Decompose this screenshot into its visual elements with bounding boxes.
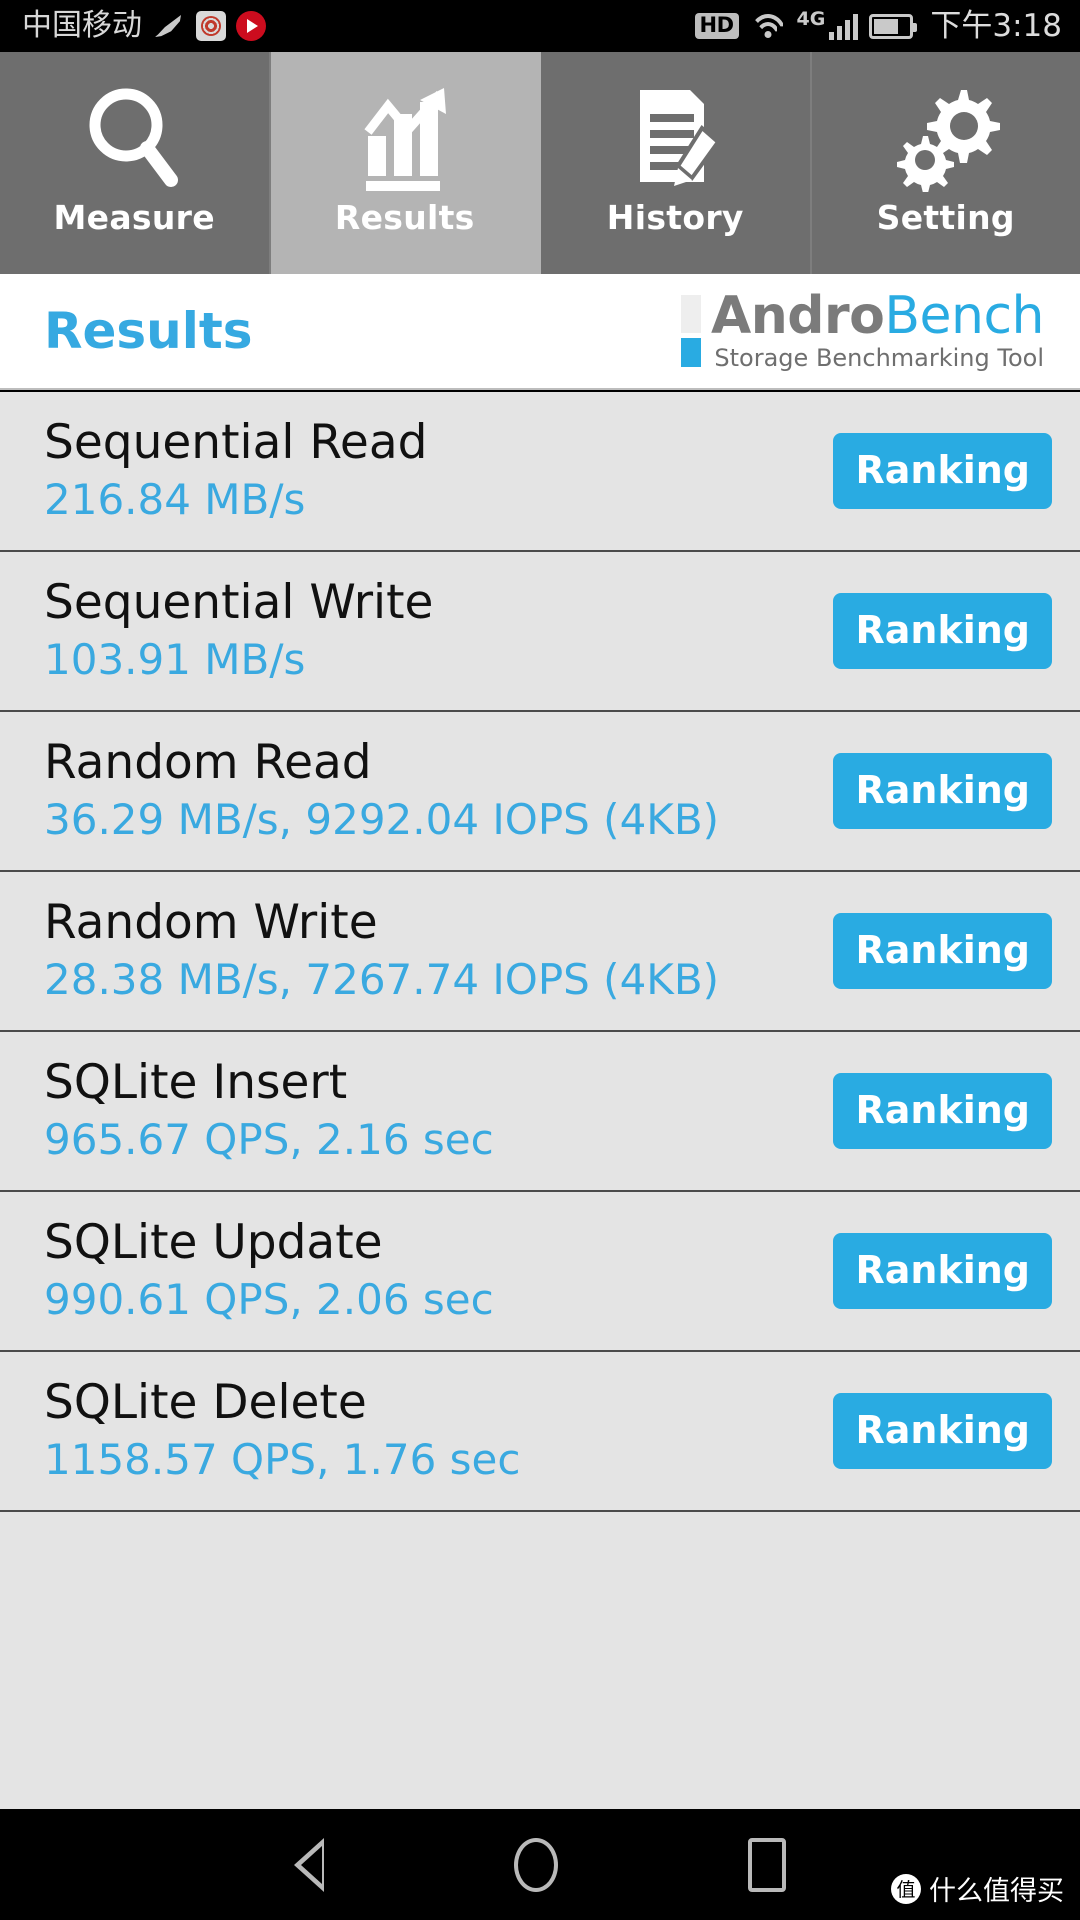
ranking-button[interactable]: Ranking	[833, 1233, 1052, 1309]
ranking-button[interactable]: Ranking	[833, 753, 1052, 829]
row-text: SQLite Update 990.61 QPS, 2.06 sec	[44, 1217, 494, 1324]
watermark-label: 什么值得买	[929, 1876, 1064, 1907]
signal-bars-icon: 4G	[796, 8, 859, 40]
row-text: SQLite Delete 1158.57 QPS, 1.76 sec	[44, 1377, 520, 1484]
signal-strength-icon	[829, 12, 859, 40]
logo-andro-text: Andro	[710, 285, 885, 346]
hd-badge-icon: HD	[694, 13, 739, 39]
logo-bench-text: Bench	[884, 285, 1044, 346]
ranking-button[interactable]: Ranking	[833, 1393, 1052, 1469]
status-bar-right: HD 4G 下午3:18	[694, 7, 1062, 44]
tab-history-label: History	[606, 198, 744, 237]
tab-history[interactable]: History	[541, 52, 812, 274]
tab-measure-label: Measure	[53, 198, 215, 237]
row-value: 990.61 QPS, 2.06 sec	[44, 1275, 494, 1325]
bar-chart-icon	[350, 84, 460, 192]
watermark: 值 什么值得买	[891, 1869, 1064, 1908]
table-row[interactable]: SQLite Delete 1158.57 QPS, 1.76 sec Rank…	[0, 1352, 1080, 1512]
logo-subtitle: Storage Benchmarking Tool	[714, 344, 1044, 373]
tab-setting[interactable]: Setting	[811, 52, 1080, 274]
status-bar-left: 中国移动	[22, 11, 266, 41]
row-text: Sequential Write 103.91 MB/s	[44, 577, 433, 684]
row-text: Random Read 36.29 MB/s, 9292.04 IOPS (4K…	[44, 737, 719, 844]
network-type-label: 4G	[796, 8, 826, 30]
ranking-button[interactable]: Ranking	[833, 913, 1052, 989]
results-list[interactable]: Sequential Read 216.84 MB/s Ranking Sequ…	[0, 392, 1080, 1809]
play-icon	[236, 11, 266, 41]
ranking-button[interactable]: Ranking	[833, 1073, 1052, 1149]
tab-measure[interactable]: Measure	[0, 52, 271, 274]
page-header: Results AndroBench Storage Benchmarking …	[0, 274, 1080, 390]
row-value: 216.84 MB/s	[44, 475, 306, 525]
row-value: 1158.57 QPS, 1.76 sec	[44, 1435, 521, 1485]
row-title: SQLite Delete	[44, 1375, 367, 1431]
tab-results[interactable]: Results	[270, 52, 541, 274]
logo-text: AndroBench Storage Benchmarking Tool	[711, 289, 1045, 373]
main-tab-bar: Measure Results History Setting	[0, 52, 1080, 274]
row-value: 965.67 QPS, 2.16 sec	[44, 1115, 494, 1165]
table-row[interactable]: Sequential Write 103.91 MB/s Ranking	[0, 552, 1080, 712]
table-row[interactable]: SQLite Update 990.61 QPS, 2.06 sec Ranki…	[0, 1192, 1080, 1352]
ranking-button[interactable]: Ranking	[833, 433, 1052, 509]
status-bar: 中国移动 HD 4G 下午3:18	[0, 0, 1080, 52]
row-title: SQLite Insert	[44, 1055, 348, 1111]
back-triangle-icon[interactable]	[294, 1837, 324, 1892]
table-row[interactable]: Random Read 36.29 MB/s, 9292.04 IOPS (4K…	[0, 712, 1080, 872]
row-value: 103.91 MB/s	[44, 635, 306, 685]
tab-setting-label: Setting	[876, 198, 1015, 237]
page-title: Results	[44, 302, 253, 360]
row-value: 28.38 MB/s, 7267.74 IOPS (4KB)	[44, 955, 720, 1005]
row-text: Sequential Read 216.84 MB/s	[44, 417, 427, 524]
table-row[interactable]: Sequential Read 216.84 MB/s Ranking	[0, 392, 1080, 552]
table-row[interactable]: Random Write 28.38 MB/s, 7267.74 IOPS (4…	[0, 872, 1080, 1032]
clock-label: 下午3:18	[930, 7, 1062, 44]
recent-square-icon[interactable]	[748, 1837, 786, 1892]
logo-wordmark: AndroBench	[711, 289, 1045, 343]
watermark-logo-icon: 值	[891, 1873, 921, 1904]
gears-icon	[891, 84, 1001, 192]
row-value: 36.29 MB/s, 9292.04 IOPS (4KB)	[44, 795, 720, 845]
battery-icon	[869, 13, 918, 39]
row-title: Random Read	[44, 735, 372, 791]
carrier-label: 中国移动	[22, 8, 142, 43]
document-pencil-icon	[620, 84, 730, 192]
feather-icon	[152, 11, 186, 41]
row-text: Random Write 28.38 MB/s, 7267.74 IOPS (4…	[44, 897, 719, 1004]
phone-screen: 中国移动 HD 4G 下午3:18 Measure Results Histor…	[0, 0, 1080, 1920]
androbench-logo: AndroBench Storage Benchmarking Tool	[680, 289, 1045, 373]
row-title: Sequential Read	[44, 415, 428, 471]
row-title: Random Write	[44, 895, 378, 951]
tab-results-label: Results	[334, 198, 475, 237]
row-title: Sequential Write	[44, 575, 434, 631]
system-navigation-bar: 值 什么值得买	[0, 1809, 1080, 1920]
ranking-button[interactable]: Ranking	[833, 593, 1052, 669]
logo-mark-icon	[680, 295, 701, 367]
row-title: SQLite Update	[44, 1215, 383, 1271]
weibo-icon	[196, 11, 226, 41]
wifi-icon	[748, 12, 787, 40]
magnifier-icon	[79, 84, 189, 192]
row-text: SQLite Insert 965.67 QPS, 2.16 sec	[44, 1057, 494, 1164]
table-row[interactable]: SQLite Insert 965.67 QPS, 2.16 sec Ranki…	[0, 1032, 1080, 1192]
home-circle-icon[interactable]	[514, 1837, 558, 1892]
